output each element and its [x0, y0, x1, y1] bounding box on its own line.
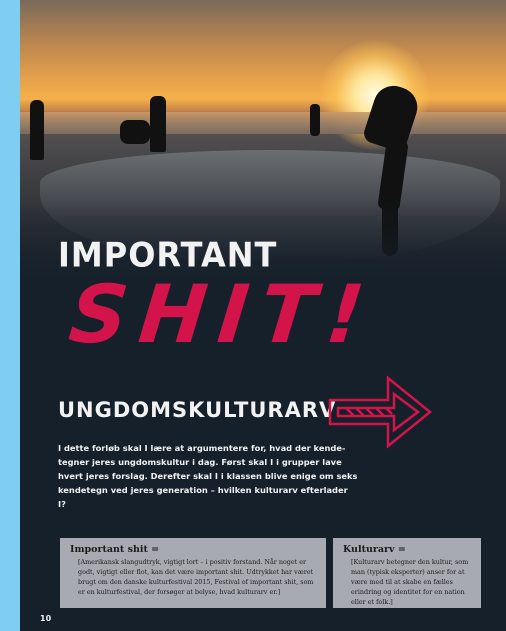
subtitle: UNGDOMSKULTURARV — [58, 398, 337, 422]
title-big: SHIT! — [65, 268, 381, 361]
person-silhouette — [30, 100, 44, 160]
ocean — [20, 112, 506, 134]
intro-text: I dette forløb skal I lære at argumenter… — [58, 443, 358, 509]
arrow-right-icon — [328, 375, 432, 449]
person-silhouette — [150, 96, 166, 152]
definition-text: [Kulturarv betegner den kultur, som man … — [351, 558, 469, 606]
definition-title: Important shit = — [70, 544, 160, 555]
definition-text: [Amerikansk slangudtryk, vigtigt lort – … — [78, 558, 314, 596]
page-number: 10 — [40, 614, 52, 623]
person-silhouette — [120, 120, 150, 144]
definition-title: Kulturarv = — [343, 544, 406, 555]
skatepark-photo — [20, 0, 506, 300]
definition-box-kulturarv: Kulturarv = [Kulturarv betegner den kult… — [333, 538, 481, 608]
person-silhouette — [310, 104, 320, 136]
page: IMPORTANT SHIT! UNGDOMSKULTURARV I dette… — [20, 0, 506, 631]
definition-box-important-shit: Important shit = [Amerikansk slangudtryk… — [60, 538, 326, 608]
